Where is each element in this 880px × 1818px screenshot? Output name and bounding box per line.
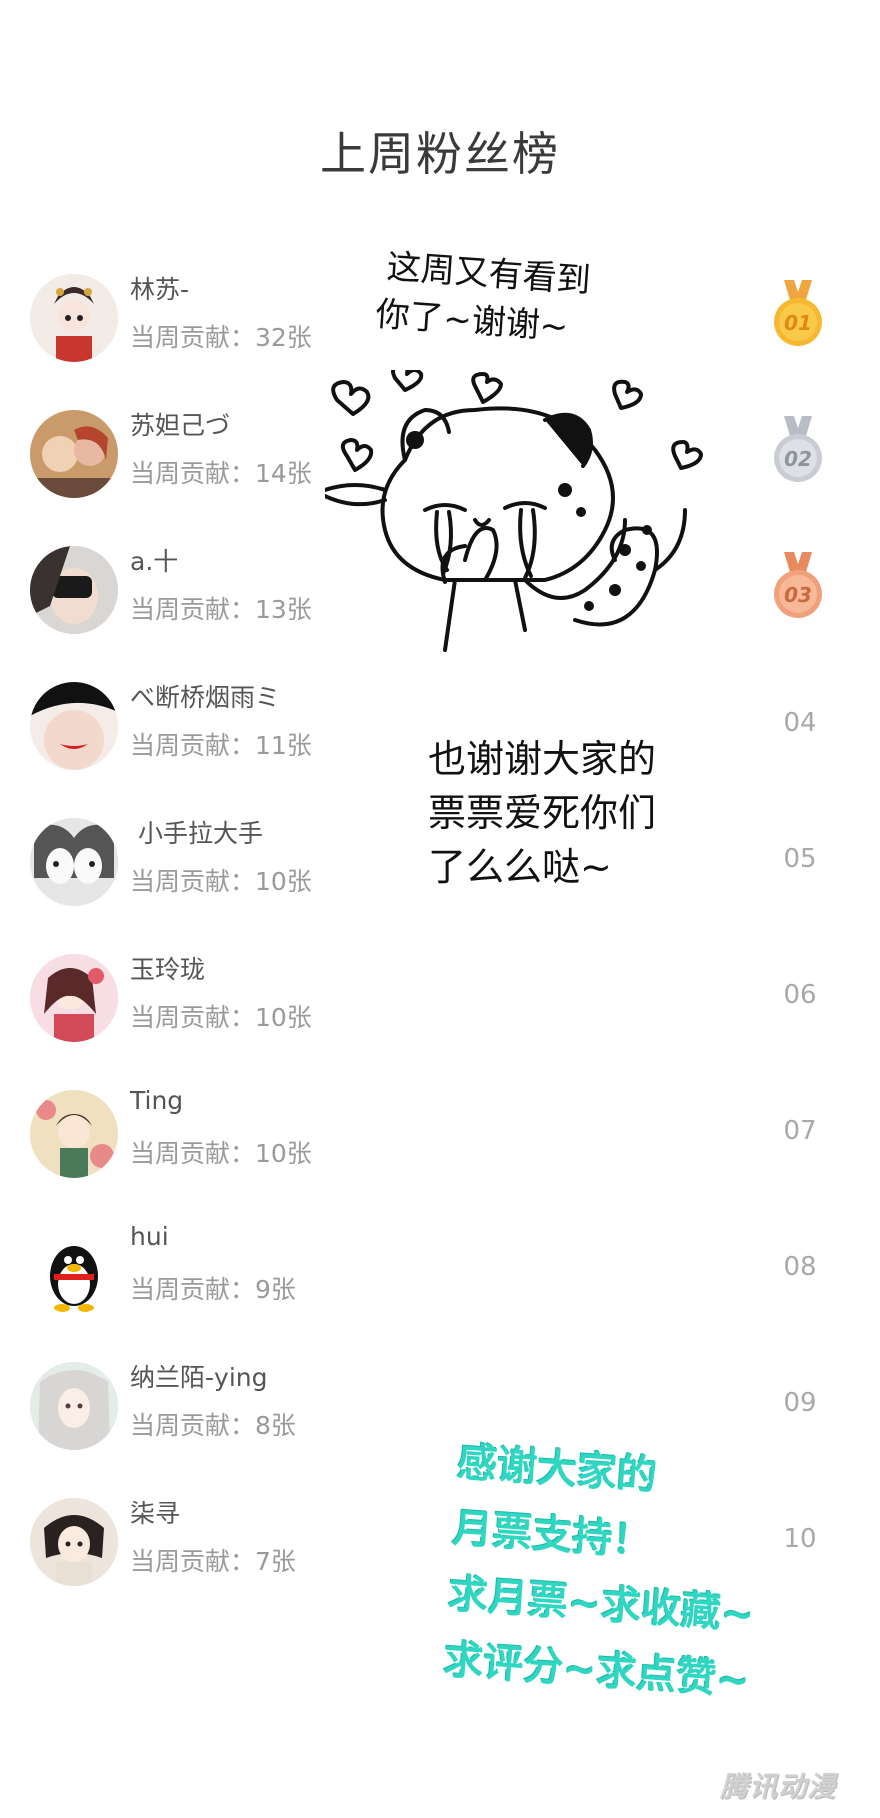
bronze-medal-icon: 03 (774, 552, 822, 618)
table-row[interactable]: 玉玲珑 当周贡献：10张 06 (0, 938, 880, 1096)
caption-line: 了么么哒~ (428, 845, 612, 889)
promo-text: 感谢大家的 月票支持！ 求月票~求收藏~ 求评分~求点赞~ (441, 1430, 766, 1715)
contribution-count: 当周贡献：7张 (130, 1547, 296, 1576)
caption-line: 也谢谢大家的 (428, 737, 657, 781)
contribution-count: 当周贡献：9张 (130, 1275, 296, 1304)
caption-text: 也谢谢大家的 票票爱死你们 了么么哒~ (428, 732, 656, 894)
fan-name: 纳兰陌-ying (130, 1363, 268, 1392)
silver-medal-icon: 02 (774, 416, 822, 482)
rank-number: 10 (783, 1524, 817, 1554)
fan-name: べ断桥烟雨ミ (130, 683, 281, 712)
avatar[interactable] (30, 410, 118, 498)
avatar[interactable] (30, 954, 118, 1042)
table-row[interactable]: Ting 当周贡献：10张 07 (0, 1074, 880, 1232)
rank-number: 05 (783, 844, 817, 874)
rank-number: 04 (783, 708, 817, 738)
fan-name: 林苏- (130, 275, 190, 304)
table-row[interactable]: hui 当周贡献：9张 08 (0, 1210, 880, 1368)
avatar[interactable] (30, 682, 118, 770)
fan-name: hui (130, 1222, 169, 1251)
rank-number: 06 (783, 980, 817, 1010)
avatar[interactable] (30, 274, 118, 362)
rank-number: 08 (783, 1252, 817, 1282)
contribution-count: 当周贡献：32张 (130, 323, 312, 352)
table-row[interactable]: 苏妲己づ 当周贡献：14张 02 (0, 394, 880, 552)
fan-name: 小手拉大手 (138, 819, 264, 848)
contribution-count: 当周贡献：10张 (130, 1003, 312, 1032)
medal-rank-label: 02 (784, 447, 812, 471)
contribution-count: 当周贡献：11张 (130, 731, 312, 760)
fan-name: 玉玲珑 (130, 955, 206, 984)
fan-name: Ting (130, 1086, 184, 1115)
avatar[interactable] (30, 818, 118, 906)
fan-name: 苏妲己づ (130, 411, 231, 440)
avatar[interactable] (30, 546, 118, 634)
caption-line: 票票爱死你们 (428, 791, 657, 835)
penguin-icon (30, 1226, 118, 1314)
watermark-logo: 腾讯动漫 (720, 1770, 837, 1803)
medal-rank-label: 01 (784, 311, 812, 335)
medal-rank-label: 03 (784, 583, 812, 607)
contribution-count: 当周贡献：13张 (130, 595, 312, 624)
contribution-count: 当周贡献：8张 (130, 1411, 296, 1440)
contribution-count: 当周贡献：10张 (130, 1139, 312, 1168)
fan-name: 柒寻 (130, 1499, 181, 1528)
avatar[interactable] (30, 1362, 118, 1450)
contribution-count: 当周贡献：10张 (130, 867, 312, 896)
fan-name: a.十 (130, 547, 179, 576)
speech-text: 这周又有看到 你了~谢谢~ (374, 243, 592, 353)
avatar[interactable] (30, 1226, 118, 1314)
rank-number: 07 (783, 1116, 817, 1146)
avatar[interactable] (30, 1090, 118, 1178)
contribution-count: 当周贡献：14张 (130, 459, 312, 488)
avatar[interactable] (30, 1498, 118, 1586)
gold-medal-icon: 01 (774, 280, 822, 346)
page-title: 上周粉丝榜 (320, 127, 560, 181)
table-row[interactable]: a.十 当周贡献：13张 03 (0, 530, 880, 688)
rank-number: 09 (783, 1388, 817, 1418)
